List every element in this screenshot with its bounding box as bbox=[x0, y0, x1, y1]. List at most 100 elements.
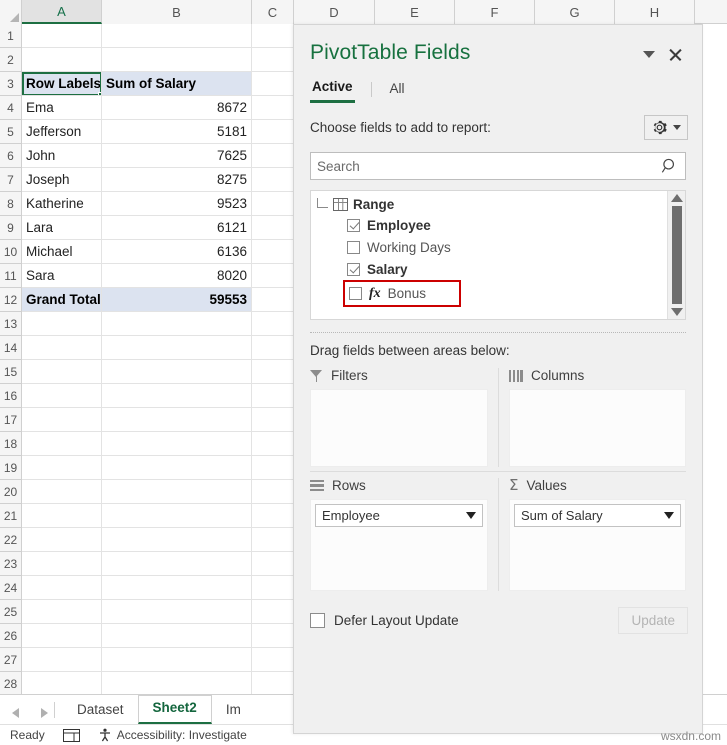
cell-empty[interactable] bbox=[252, 552, 294, 576]
cell-empty[interactable] bbox=[252, 672, 294, 696]
cell-column-b[interactable] bbox=[102, 408, 252, 432]
cell-column-a[interactable]: Lara bbox=[22, 216, 102, 240]
row-header[interactable]: 21 bbox=[0, 504, 22, 528]
cell-column-a[interactable] bbox=[22, 24, 102, 48]
prev-sheet-icon[interactable] bbox=[12, 708, 19, 718]
cell-empty[interactable] bbox=[252, 624, 294, 648]
cell-empty[interactable] bbox=[252, 432, 294, 456]
field-checkbox-working-days[interactable] bbox=[347, 240, 360, 254]
cell-column-b[interactable] bbox=[102, 504, 252, 528]
cell-empty[interactable] bbox=[252, 48, 294, 72]
field-search-box[interactable] bbox=[310, 152, 686, 180]
rows-area[interactable]: Rows Employee bbox=[310, 478, 498, 591]
cell-column-a[interactable]: Grand Total bbox=[22, 288, 102, 312]
row-header[interactable]: 22 bbox=[0, 528, 22, 552]
cell-empty[interactable] bbox=[252, 24, 294, 48]
row-labels-filter-button[interactable] bbox=[101, 75, 102, 92]
cell-column-b[interactable] bbox=[102, 624, 252, 648]
scrollbar-thumb[interactable] bbox=[671, 206, 682, 304]
cell-empty[interactable] bbox=[252, 168, 294, 192]
filters-drop-zone[interactable] bbox=[310, 389, 488, 467]
cell-empty[interactable] bbox=[252, 408, 294, 432]
cell-empty[interactable] bbox=[252, 312, 294, 336]
row-header[interactable]: 24 bbox=[0, 576, 22, 600]
cell-column-b[interactable] bbox=[102, 456, 252, 480]
cell-column-b[interactable] bbox=[102, 336, 252, 360]
cell-column-b[interactable] bbox=[102, 48, 252, 72]
cell-row-labels-header[interactable]: Row Labels bbox=[22, 72, 102, 96]
row-header[interactable]: 4 bbox=[0, 96, 22, 120]
cell-column-a[interactable] bbox=[22, 672, 102, 696]
cell-column-b[interactable]: 6121 bbox=[102, 216, 252, 240]
values-field-pill-sum-of-salary[interactable]: Sum of Salary bbox=[514, 504, 681, 527]
columns-drop-zone[interactable] bbox=[509, 389, 686, 467]
cell-empty[interactable] bbox=[252, 600, 294, 624]
cell-column-b[interactable]: 59553 bbox=[102, 288, 252, 312]
cell-column-b[interactable] bbox=[102, 360, 252, 384]
cell-empty[interactable] bbox=[252, 240, 294, 264]
cell-empty[interactable] bbox=[252, 72, 294, 96]
cell-column-a[interactable] bbox=[22, 312, 102, 336]
cell-column-a[interactable]: Joseph bbox=[22, 168, 102, 192]
search-input[interactable] bbox=[317, 158, 661, 174]
sheet-tab-sheet2[interactable]: Sheet2 bbox=[137, 695, 212, 724]
filters-area[interactable]: Filters bbox=[310, 368, 498, 467]
row-header[interactable]: 6 bbox=[0, 144, 22, 168]
cell-column-b[interactable] bbox=[102, 576, 252, 600]
cell-empty[interactable] bbox=[252, 528, 294, 552]
cell-column-b[interactable] bbox=[102, 552, 252, 576]
defer-layout-checkbox[interactable] bbox=[310, 613, 325, 628]
field-checkbox-employee[interactable] bbox=[347, 218, 360, 232]
cell-column-b[interactable] bbox=[102, 24, 252, 48]
cell-sum-of-salary-header[interactable]: Sum of Salary bbox=[102, 72, 252, 96]
scroll-up-icon[interactable] bbox=[670, 194, 683, 202]
column-header-a[interactable]: A bbox=[22, 0, 102, 24]
cell-column-b[interactable] bbox=[102, 480, 252, 504]
cell-column-b[interactable] bbox=[102, 432, 252, 456]
cell-column-b[interactable]: 8275 bbox=[102, 168, 252, 192]
cell-empty[interactable] bbox=[252, 648, 294, 672]
row-header[interactable]: 15 bbox=[0, 360, 22, 384]
cell-column-b[interactable] bbox=[102, 528, 252, 552]
field-list[interactable]: Range Employee Working Days Salary fx Bo… bbox=[310, 190, 686, 320]
cell-column-b[interactable]: 5181 bbox=[102, 120, 252, 144]
cell-column-a[interactable]: Sara bbox=[22, 264, 102, 288]
row-header[interactable]: 8 bbox=[0, 192, 22, 216]
cell-column-b[interactable]: 9523 bbox=[102, 192, 252, 216]
cell-empty[interactable] bbox=[252, 336, 294, 360]
values-pill-chevron-down-icon[interactable] bbox=[664, 512, 674, 519]
field-item-bonus[interactable]: fx Bonus bbox=[343, 280, 461, 307]
row-header[interactable]: 26 bbox=[0, 624, 22, 648]
cell-column-a[interactable] bbox=[22, 360, 102, 384]
rows-drop-zone[interactable]: Employee bbox=[310, 499, 488, 591]
cell-column-b[interactable]: 8672 bbox=[102, 96, 252, 120]
row-header[interactable]: 1 bbox=[0, 24, 22, 48]
field-item-working-days[interactable]: Working Days bbox=[311, 236, 667, 258]
row-header[interactable]: 13 bbox=[0, 312, 22, 336]
field-group-range[interactable]: Range bbox=[311, 195, 667, 214]
cell-column-a[interactable] bbox=[22, 648, 102, 672]
select-all-corner[interactable] bbox=[0, 0, 22, 24]
cell-empty[interactable] bbox=[252, 384, 294, 408]
cell-column-b[interactable] bbox=[102, 312, 252, 336]
cell-empty[interactable] bbox=[252, 480, 294, 504]
column-header-g[interactable]: G bbox=[535, 0, 615, 24]
cell-empty[interactable] bbox=[252, 504, 294, 528]
row-header[interactable]: 5 bbox=[0, 120, 22, 144]
values-drop-zone[interactable]: Sum of Salary bbox=[509, 499, 686, 591]
rows-field-pill-employee[interactable]: Employee bbox=[315, 504, 483, 527]
panel-close-button[interactable] bbox=[662, 41, 688, 67]
status-accessibility[interactable]: Accessibility: Investigate bbox=[98, 728, 247, 742]
field-list-settings-button[interactable] bbox=[644, 115, 688, 140]
cell-empty[interactable] bbox=[252, 264, 294, 288]
next-sheet-icon[interactable] bbox=[41, 708, 48, 718]
panel-menu-button[interactable] bbox=[636, 41, 662, 67]
defer-layout-update-control[interactable]: Defer Layout Update bbox=[310, 613, 618, 628]
columns-area[interactable]: Columns bbox=[498, 368, 686, 467]
row-header[interactable]: 27 bbox=[0, 648, 22, 672]
cell-empty[interactable] bbox=[252, 120, 294, 144]
row-header[interactable]: 19 bbox=[0, 456, 22, 480]
cell-column-b[interactable]: 7625 bbox=[102, 144, 252, 168]
cell-column-a[interactable]: John bbox=[22, 144, 102, 168]
cell-column-a[interactable] bbox=[22, 384, 102, 408]
